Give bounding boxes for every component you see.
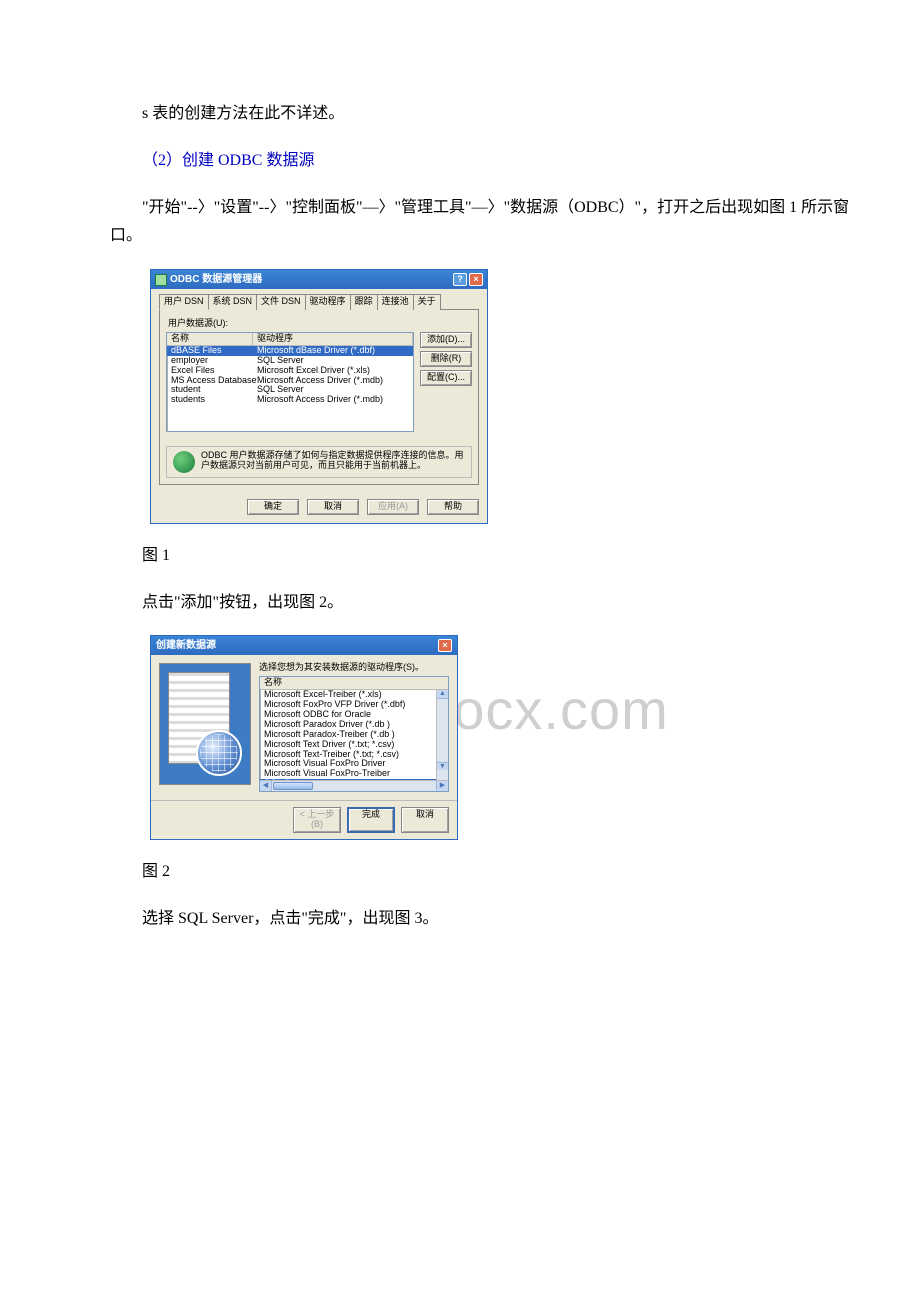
add-button[interactable]: 添加(D)... bbox=[420, 332, 472, 348]
app-icon bbox=[155, 274, 167, 286]
dialog-title: ODBC 数据源管理器 bbox=[170, 274, 262, 285]
list-item[interactable]: students Microsoft Access Driver (*.mdb) bbox=[167, 395, 413, 405]
tab-user-dsn[interactable]: 用户 DSN bbox=[159, 294, 209, 310]
column-header-name[interactable]: 名称 bbox=[167, 333, 253, 345]
globe-icon bbox=[173, 451, 195, 473]
list-item[interactable]: Excel Files Microsoft Excel Driver (*.xl… bbox=[167, 366, 413, 376]
paragraph: （2）创建 ODBC 数据源 bbox=[110, 147, 850, 176]
wizard-graphic bbox=[159, 663, 251, 785]
close-button[interactable]: × bbox=[438, 639, 452, 652]
tab-system-dsn[interactable]: 系统 DSN bbox=[208, 294, 258, 310]
tab-file-dsn[interactable]: 文件 DSN bbox=[256, 294, 306, 310]
ok-button[interactable]: 确定 bbox=[247, 499, 299, 515]
odbc-admin-dialog: ODBC 数据源管理器 ? × 用户 DSN 系统 DSN 文件 DSN 驱动程… bbox=[150, 269, 488, 524]
cell-driver: SQL Server bbox=[257, 356, 409, 366]
cell-driver: Microsoft dBase Driver (*.dbf) bbox=[257, 346, 409, 356]
paragraph: "开始"--〉"设置"--〉"控制面板"—〉"管理工具"—〉"数据源（ODBC）… bbox=[110, 194, 850, 252]
column-header-name[interactable]: 名称 bbox=[260, 677, 448, 690]
apply-button[interactable]: 应用(A) bbox=[367, 499, 419, 515]
configure-button[interactable]: 配置(C)... bbox=[420, 370, 472, 386]
info-text: ODBC 用户数据源存储了如何与指定数据提供程序连接的信息。用户数据源只对当前用… bbox=[201, 451, 465, 471]
tab-drivers[interactable]: 驱动程序 bbox=[305, 294, 351, 310]
cell-driver: SQL Server bbox=[257, 385, 409, 395]
cell-name: student bbox=[171, 385, 257, 395]
cell-name: employer bbox=[171, 356, 257, 366]
figure-caption: 图 1 bbox=[110, 542, 850, 571]
list-item[interactable]: dBASE Files Microsoft dBase Driver (*.db… bbox=[167, 346, 413, 356]
cell-driver: Microsoft Access Driver (*.mdb) bbox=[257, 376, 409, 386]
tab-strip: 用户 DSN 系统 DSN 文件 DSN 驱动程序 跟踪 连接池 关于 bbox=[159, 294, 479, 310]
cancel-button[interactable]: 取消 bbox=[401, 807, 449, 833]
cell-name: Excel Files bbox=[171, 366, 257, 376]
driver-list[interactable]: 名称 Microsoft Excel-Treiber (*.xls) Micro… bbox=[259, 676, 449, 792]
list-item[interactable]: student SQL Server bbox=[167, 385, 413, 395]
dsn-list[interactable]: 名称 驱动程序 dBASE Files Microsoft dBase Driv… bbox=[166, 332, 414, 432]
horizontal-scrollbar[interactable] bbox=[260, 780, 448, 791]
instruction-label: 选择您想为其安装数据源的驱动程序(S)。 bbox=[259, 663, 449, 673]
vertical-scrollbar[interactable] bbox=[436, 690, 448, 780]
dialog-titlebar: ODBC 数据源管理器 ? × bbox=[151, 270, 487, 289]
cancel-button[interactable]: 取消 bbox=[307, 499, 359, 515]
globe-icon bbox=[196, 730, 242, 776]
tab-about[interactable]: 关于 bbox=[413, 294, 441, 310]
back-button[interactable]: < 上一步(B) bbox=[293, 807, 341, 833]
dialog-title: 创建新数据源 bbox=[156, 640, 216, 651]
watermark-text: www.bdocx.com bbox=[0, 660, 920, 761]
info-panel: ODBC 用户数据源存储了如何与指定数据提供程序连接的信息。用户数据源只对当前用… bbox=[166, 446, 472, 478]
paragraph: 选择 SQL Server，点击"完成"，出现图 3。 bbox=[110, 905, 850, 934]
dialog-titlebar: 创建新数据源 × bbox=[151, 636, 457, 655]
finish-button[interactable]: 完成 bbox=[347, 807, 395, 833]
list-label: 用户数据源(U): bbox=[168, 319, 472, 329]
cell-driver: Microsoft Access Driver (*.mdb) bbox=[257, 395, 409, 405]
delete-button[interactable]: 删除(R) bbox=[420, 351, 472, 367]
tab-pool[interactable]: 连接池 bbox=[377, 294, 414, 310]
help-button[interactable]: 帮助 bbox=[427, 499, 479, 515]
tab-trace[interactable]: 跟踪 bbox=[350, 294, 378, 310]
list-item[interactable]: MS Access Database Microsoft Access Driv… bbox=[167, 376, 413, 386]
cell-name: students bbox=[171, 395, 257, 405]
list-item[interactable]: employer SQL Server bbox=[167, 356, 413, 366]
paragraph: s 表的创建方法在此不详述。 bbox=[110, 100, 850, 129]
paragraph: 点击"添加"按钮，出现图 2。 bbox=[110, 589, 850, 618]
create-new-datasource-dialog: 创建新数据源 × 选择您想为其安装数据源的驱动程序(S)。 名称 Microso… bbox=[150, 635, 458, 840]
help-button[interactable]: ? bbox=[453, 273, 467, 286]
figure-caption: 图 2 bbox=[110, 858, 850, 887]
cell-driver: Microsoft Excel Driver (*.xls) bbox=[257, 366, 409, 376]
cell-name: dBASE Files bbox=[171, 346, 257, 356]
close-button[interactable]: × bbox=[469, 273, 483, 286]
cell-name: MS Access Database bbox=[171, 376, 257, 386]
column-header-driver[interactable]: 驱动程序 bbox=[253, 333, 413, 345]
